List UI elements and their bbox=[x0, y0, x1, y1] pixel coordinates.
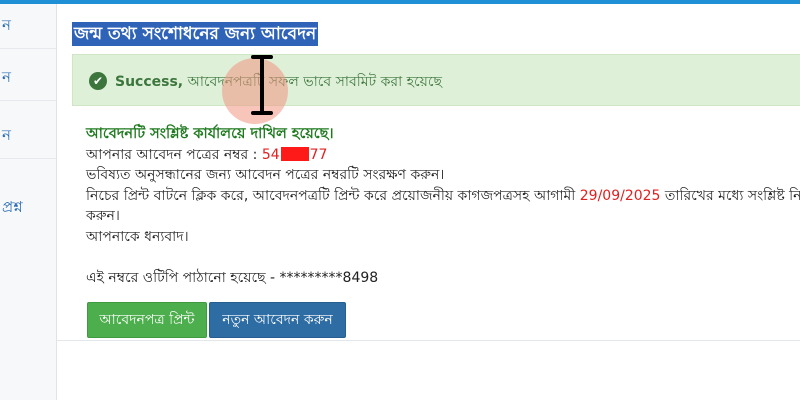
thanks-text: আপনাকে ধন্যবাদ। bbox=[86, 228, 189, 245]
check-circle-icon: ✔ bbox=[89, 72, 107, 90]
sidebar-item-label: ন bbox=[2, 126, 11, 144]
sidebar-item-2[interactable]: ন bbox=[0, 56, 56, 101]
application-number-suffix: 77 bbox=[309, 146, 328, 163]
new-application-button[interactable]: নতুন আবেদন করুন bbox=[209, 302, 346, 338]
sidebar-item-label: ন bbox=[2, 16, 11, 34]
redaction-block bbox=[280, 146, 309, 161]
sidebar-item-label: প্রশ্ন bbox=[2, 198, 23, 216]
sidebar-item-1[interactable]: ন bbox=[0, 4, 56, 49]
sidebar-item-label: ন bbox=[2, 68, 11, 86]
page-title: জন্ম তথ্য সংশোধনের জন্য আবেদন bbox=[72, 22, 319, 46]
print-note-cont: করুন। bbox=[86, 208, 120, 224]
sidebar-item-3[interactable]: ন bbox=[0, 114, 56, 159]
print-note-after: তারিখের মধ্যে সংশ্লিষ্ট নিবন্ধ bbox=[664, 187, 800, 204]
save-note: ভবিষ্যত অনুসন্ধানের জন্য আবেদন পত্রের নম… bbox=[86, 167, 445, 183]
result-content: আবেদনটি সংশ্লিষ্ট কার্যালয়ে দাখিল হয়েছ… bbox=[86, 124, 800, 288]
alert-strong: Success, bbox=[115, 74, 184, 90]
application-number-label: আপনার আবেদন পত্রের নম্বর : bbox=[86, 146, 262, 163]
print-note: নিচের প্রিন্ট বাটনে ক্লিক করে, আবেদনপত্র… bbox=[86, 186, 800, 207]
sidebar: ন ন ন প্রশ্ন bbox=[0, 4, 57, 400]
print-note-before: নিচের প্রিন্ট বাটনে ক্লিক করে, আবেদনপত্র… bbox=[86, 187, 580, 204]
sidebar-item-faq[interactable]: প্রশ্ন bbox=[0, 186, 56, 230]
application-number-line: আপনার আবেদন পত্রের নম্বর : 54 77 bbox=[86, 145, 800, 166]
print-application-button[interactable]: আবেদনপত্র প্রিন্ট bbox=[87, 302, 207, 338]
sidebar-divider bbox=[56, 4, 57, 340]
application-number-prefix: 54 bbox=[261, 146, 280, 163]
success-alert: ✔ Success, আবেদনপত্রটি সফল ভাবে সাবমিট ক… bbox=[72, 54, 800, 106]
otp-note: এই নম্বরে ওটিপি পাঠানো হয়েছে - ********… bbox=[86, 269, 379, 286]
text-cursor-icon bbox=[251, 55, 273, 115]
result-heading: আবেদনটি সংশ্লিষ্ট কার্যালয়ে দাখিল হয়েছ… bbox=[86, 126, 334, 142]
deadline-date: 29/09/2025 bbox=[579, 187, 661, 204]
